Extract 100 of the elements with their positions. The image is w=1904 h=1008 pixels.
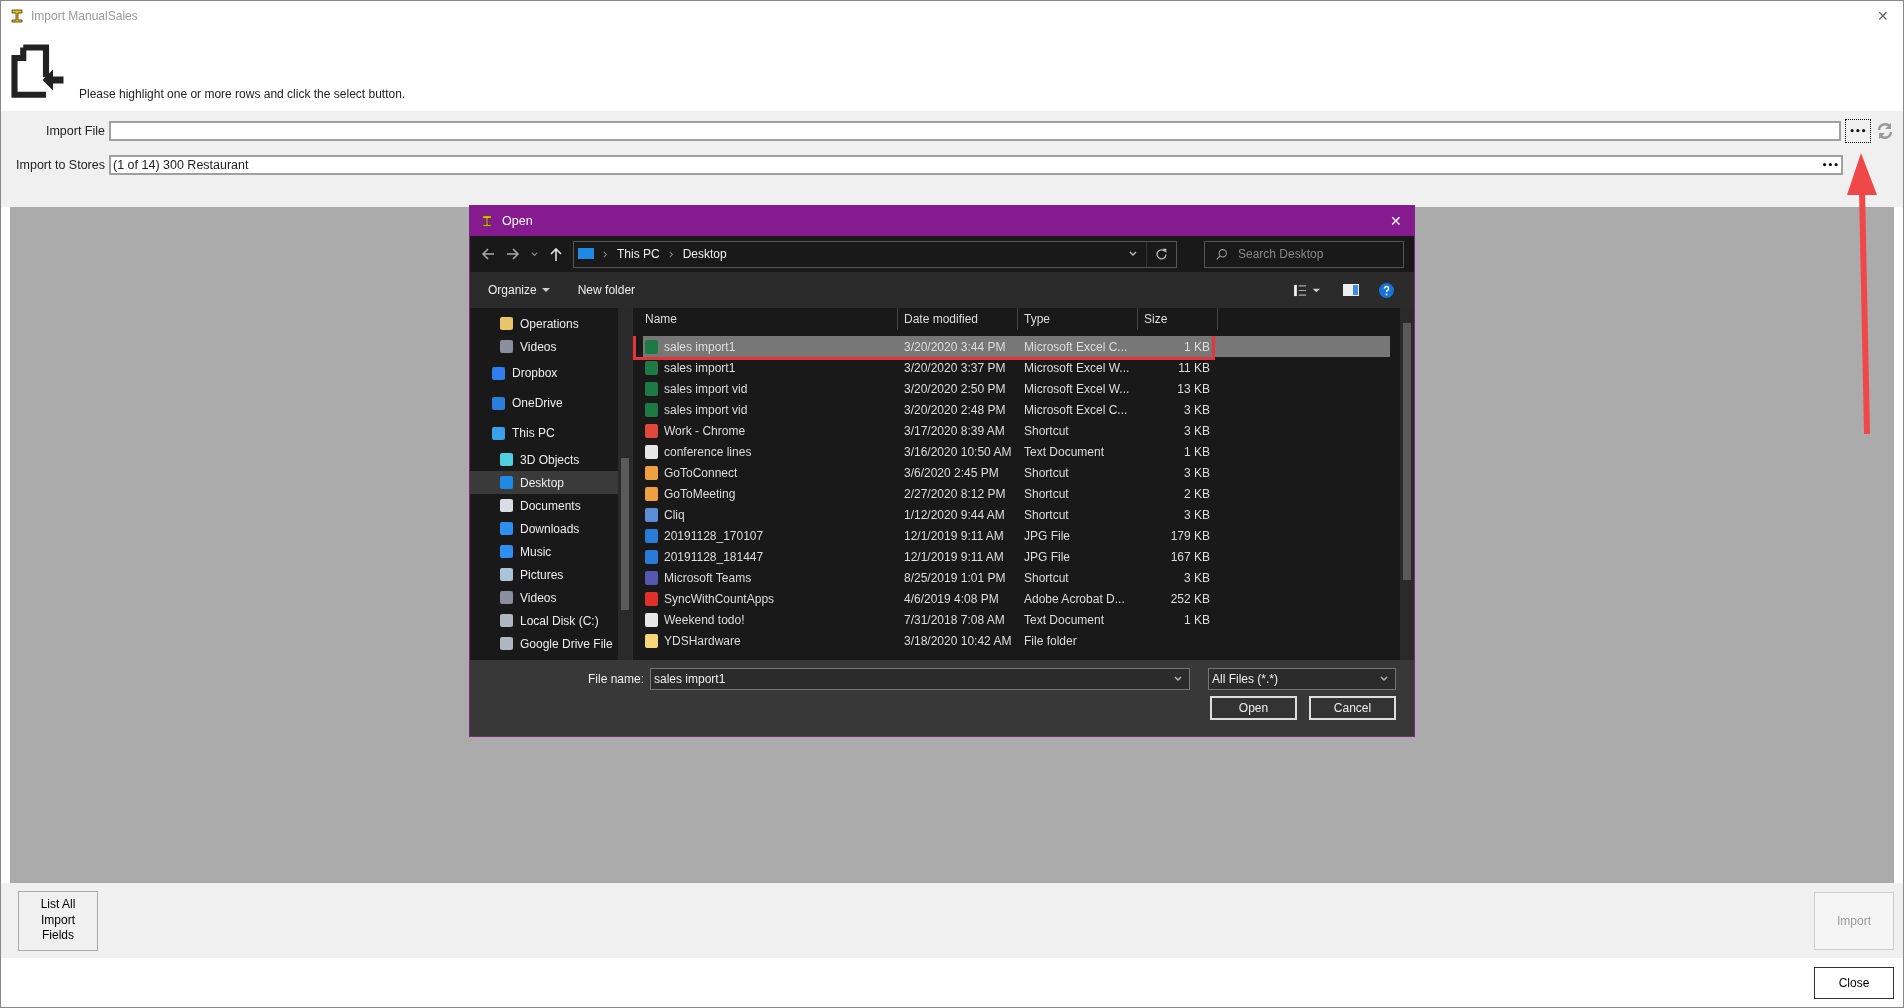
size-cell-text: 3 KB xyxy=(1183,507,1210,522)
scrollbar[interactable] xyxy=(618,308,632,660)
file-row[interactable]: Weekend todo! 7/31/2018 7:08 AM Text Document 1 KB xyxy=(643,609,1390,630)
address-bar[interactable]: This PC Desktop xyxy=(573,240,1177,268)
browse-button[interactable]: ••• xyxy=(1845,119,1871,143)
date-cell-text: 3/18/2020 10:42 AM xyxy=(903,633,1013,648)
import-file-field[interactable] xyxy=(109,121,1841,141)
size-cell-text: 252 KB xyxy=(1169,591,1210,606)
field-label: File name: xyxy=(587,672,644,686)
size-cell-text: 2 KB xyxy=(1183,486,1210,501)
type-cell-text: Adobe Acrobat D... xyxy=(1023,591,1126,606)
file-row[interactable]: Microsoft Teams 8/25/2019 1:01 PM Shortcut 3 KB xyxy=(643,567,1390,588)
size-cell-text: 3 KB xyxy=(1183,465,1210,480)
search-field[interactable]: Search Desktop xyxy=(1204,240,1404,268)
size-cell-text: 13 KB xyxy=(1176,381,1210,396)
date-cell-text: 1/12/2020 9:44 AM xyxy=(903,507,1006,522)
type-cell-text: Microsoft Excel C... xyxy=(1023,402,1129,417)
date-cell-text: 12/1/2019 9:11 AM xyxy=(903,549,1005,564)
window-title: Import ManualSales xyxy=(31,9,138,23)
instruction-text: Please highlight one or more rows and click the select button. xyxy=(79,87,406,103)
size-cell-text: 3 KB xyxy=(1183,402,1210,417)
column-header[interactable]: Size xyxy=(1138,308,1218,330)
close-button[interactable]: Close xyxy=(1814,966,1894,999)
scrollbar[interactable] xyxy=(1400,308,1414,660)
nav-item[interactable]: This PC xyxy=(470,418,618,448)
file-row[interactable]: GoToConnect 3/6/2020 2:45 PM Shortcut 3 KB xyxy=(643,462,1390,483)
nav-item[interactable]: Videos xyxy=(470,586,618,609)
field-label: Import to Stores xyxy=(15,158,105,172)
type-cell-text: Shortcut xyxy=(1023,423,1070,438)
type-cell-text: Shortcut xyxy=(1023,486,1070,501)
type-cell-text: Text Document xyxy=(1023,612,1106,627)
breadcrumb-item[interactable]: Desktop xyxy=(682,247,727,261)
nav-item[interactable]: Documents xyxy=(470,494,618,517)
type-cell-text: Microsoft Excel C... xyxy=(1023,339,1129,354)
up-icon[interactable] xyxy=(548,246,564,262)
new-folder-button[interactable]: New folder xyxy=(573,283,640,297)
date-cell-text: 3/20/2020 2:48 PM xyxy=(903,402,1007,417)
file-row[interactable]: conference lines 3/16/2020 10:50 AM Text Document 1 KB xyxy=(643,441,1390,462)
file-type-dropdown[interactable]: All Files (*.*) xyxy=(1208,668,1396,690)
forward-icon[interactable] xyxy=(505,246,521,262)
refresh-icon[interactable] xyxy=(1155,247,1168,261)
nav-item[interactable]: OneDrive xyxy=(470,388,618,418)
back-icon[interactable] xyxy=(480,246,496,262)
file-row[interactable]: SyncWithCountApps 4/6/2019 4:08 PM Adobe Acrobat D... 252 KB xyxy=(643,588,1390,609)
browse-button[interactable]: ••• xyxy=(1821,160,1839,170)
file-row[interactable]: sales import vid 3/20/2020 2:50 PM Microsoft Excel W... 13 KB xyxy=(643,378,1390,399)
date-cell-text: 3/20/2020 3:44 PM xyxy=(903,339,1007,354)
nav-item[interactable]: Pictures xyxy=(470,563,618,586)
close-button[interactable]: ✕ xyxy=(1863,8,1903,24)
breadcrumb-item[interactable]: This PC xyxy=(617,247,660,261)
column-header[interactable]: Date modified xyxy=(898,308,1018,330)
stores-field[interactable]: (1 of 14) 300 Restaurant ••• xyxy=(109,155,1843,175)
nav-item[interactable]: Local Disk (C:) xyxy=(470,609,618,632)
organize-menu[interactable]: Organize xyxy=(484,283,554,297)
nav-item[interactable]: Desktop xyxy=(470,471,618,494)
file-name: Microsoft Teams xyxy=(664,570,752,585)
app-logo-icon xyxy=(480,214,494,228)
file-name: Cliq xyxy=(664,507,685,522)
size-cell-text: 1 KB xyxy=(1183,339,1210,354)
nav-item[interactable]: Music xyxy=(470,540,618,563)
nav-item[interactable]: Dropbox xyxy=(470,358,618,388)
type-cell-text: Text Document xyxy=(1023,444,1106,459)
file-name: GoToMeeting xyxy=(664,486,736,501)
file-name: YDSHardware xyxy=(664,633,741,648)
app-logo-icon xyxy=(9,8,25,24)
type-cell-text: File folder xyxy=(1023,633,1078,648)
file-row[interactable]: Cliq 1/12/2020 9:44 AM Shortcut 3 KB xyxy=(643,504,1390,525)
nav-item[interactable]: Downloads xyxy=(470,517,618,540)
size-cell-text: 11 KB xyxy=(1177,360,1210,375)
file-row[interactable]: Work - Chrome 3/17/2020 8:39 AM Shortcut 3 KB xyxy=(643,420,1390,441)
file-name: 20191128_170107 xyxy=(664,528,764,543)
nav-item[interactable]: Videos xyxy=(470,335,618,358)
dialog-title: Open xyxy=(502,214,533,228)
cancel-button[interactable]: Cancel xyxy=(1309,696,1396,720)
file-row[interactable]: GoToMeeting 2/27/2020 8:12 PM Shortcut 2 KB xyxy=(643,483,1390,504)
nav-item[interactable]: 3D Objects xyxy=(470,448,618,471)
chevron-down-icon[interactable] xyxy=(530,249,539,259)
preview-pane-icon[interactable] xyxy=(1343,284,1359,296)
file-name: sales import vid xyxy=(664,402,748,417)
column-header[interactable]: Name xyxy=(633,308,898,330)
size-cell-text: 179 KB xyxy=(1169,528,1210,543)
file-row[interactable]: 20191128_181447 12/1/2019 9:11 AM JPG File 167 KB xyxy=(643,546,1390,567)
file-row[interactable]: 20191128_170107 12/1/2019 9:11 AM JPG File 179 KB xyxy=(643,525,1390,546)
nav-item[interactable]: Operations xyxy=(470,312,618,335)
close-button[interactable]: ✕ xyxy=(1378,213,1414,229)
file-row[interactable]: sales import vid 3/20/2020 2:48 PM Microsoft Excel C... 3 KB xyxy=(643,399,1390,420)
open-button[interactable]: Open xyxy=(1210,696,1297,720)
size-cell-text: 3 KB xyxy=(1183,423,1210,438)
list-fields-button[interactable]: List All Import Fields xyxy=(18,890,98,951)
file-name-field[interactable]: sales import1 xyxy=(650,668,1190,690)
file-row[interactable]: YDSHardware 3/18/2020 10:42 AM File folder xyxy=(643,630,1390,651)
size-cell-text: 1 KB xyxy=(1183,612,1210,627)
type-cell-text: Shortcut xyxy=(1023,570,1070,585)
chevron-right-icon xyxy=(667,250,675,258)
nav-item[interactable]: Google Drive File xyxy=(470,632,618,655)
help-icon[interactable] xyxy=(1379,282,1394,298)
date-cell-text: 7/31/2018 7:08 AM xyxy=(903,612,1006,627)
type-cell-text: Microsoft Excel W... xyxy=(1023,381,1131,396)
file-row[interactable]: sales import1 3/20/2020 3:37 PM Microsoft Excel W... 11 KB xyxy=(643,357,1390,378)
column-header[interactable]: Type xyxy=(1018,308,1138,330)
